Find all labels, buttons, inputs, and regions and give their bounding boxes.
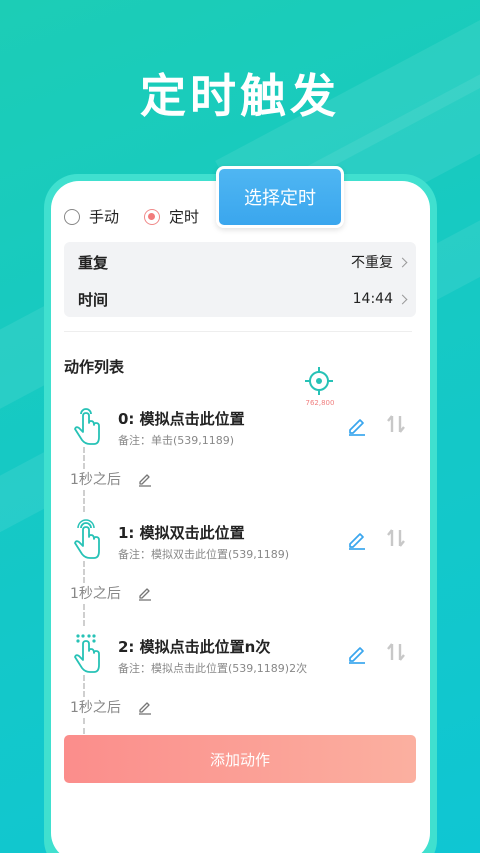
chevron-right-icon bbox=[397, 257, 408, 267]
timeline-connector bbox=[83, 604, 85, 626]
delay-label: 1秒之后 bbox=[70, 700, 121, 716]
divider bbox=[64, 331, 412, 332]
action-item[interactable]: 0: 模拟点击此位置 备注：单击(539,1189) bbox=[64, 404, 416, 464]
schedule-settings: 重复 不重复 时间 14:44 bbox=[64, 242, 416, 317]
action-item[interactable]: 2: 模拟点击此位置n次 备注：模拟点击此位置(539,1189)2次 bbox=[64, 632, 416, 692]
reorder-arrows-icon[interactable] bbox=[384, 412, 408, 436]
edit-pencil-icon[interactable] bbox=[346, 642, 368, 664]
action-note: 备注：模拟点击此位置(539,1189)2次 bbox=[118, 662, 308, 675]
timeline-connector bbox=[83, 490, 85, 512]
trigger-mode-manual[interactable]: 手动 bbox=[64, 206, 119, 227]
double-tap-hand-icon bbox=[74, 519, 100, 559]
single-tap-hand-icon bbox=[74, 408, 100, 445]
radio-label: 定时 bbox=[169, 208, 200, 226]
promo-title: 定时触发 bbox=[140, 69, 340, 123]
time-value: 14:44 bbox=[352, 291, 393, 307]
radio-label: 手动 bbox=[89, 208, 120, 226]
edit-pencil-icon[interactable] bbox=[137, 585, 153, 601]
trigger-mode-scheduled[interactable]: 定时 bbox=[144, 206, 199, 227]
add-action-button[interactable]: 添加动作 bbox=[64, 735, 416, 783]
delay-label: 1秒之后 bbox=[70, 586, 121, 602]
repeat-value: 不重复 bbox=[351, 255, 393, 271]
multi-tap-hand-icon bbox=[74, 634, 100, 673]
edit-pencil-icon[interactable] bbox=[137, 471, 153, 487]
repeat-row[interactable]: 重复 不重复 bbox=[78, 243, 408, 281]
reorder-arrows-icon[interactable] bbox=[384, 526, 408, 550]
delay-row[interactable]: 1秒之后 bbox=[70, 469, 153, 489]
timeline-connector bbox=[83, 718, 85, 734]
select-time-callout: 选择定时 bbox=[216, 166, 344, 228]
time-label: 时间 bbox=[78, 290, 109, 309]
reorder-arrows-icon[interactable] bbox=[384, 640, 408, 664]
action-title: 0: 模拟点击此位置 bbox=[118, 410, 245, 428]
edit-pencil-icon[interactable] bbox=[137, 699, 153, 715]
action-item[interactable]: 1: 模拟双击此位置 备注：模拟双击此位置(539,1189) bbox=[64, 518, 416, 578]
action-list-title: 动作列表 bbox=[64, 358, 125, 376]
radio-selected-icon[interactable] bbox=[144, 208, 160, 225]
time-row[interactable]: 时间 14:44 bbox=[78, 280, 408, 318]
crosshair-target-icon[interactable] bbox=[304, 366, 334, 396]
delay-label: 1秒之后 bbox=[70, 472, 121, 488]
action-note: 备注：单击(539,1189) bbox=[118, 434, 235, 447]
delay-row[interactable]: 1秒之后 bbox=[70, 583, 153, 603]
edit-pencil-icon[interactable] bbox=[346, 414, 368, 436]
chevron-right-icon bbox=[397, 294, 408, 304]
edit-pencil-icon[interactable] bbox=[346, 528, 368, 550]
delay-row[interactable]: 1秒之后 bbox=[70, 697, 153, 717]
action-title: 2: 模拟点击此位置n次 bbox=[118, 638, 271, 656]
action-title: 1: 模拟双击此位置 bbox=[118, 524, 245, 542]
radio-icon[interactable] bbox=[64, 208, 80, 225]
repeat-label: 重复 bbox=[78, 253, 109, 272]
action-note: 备注：模拟双击此位置(539,1189) bbox=[118, 548, 290, 561]
